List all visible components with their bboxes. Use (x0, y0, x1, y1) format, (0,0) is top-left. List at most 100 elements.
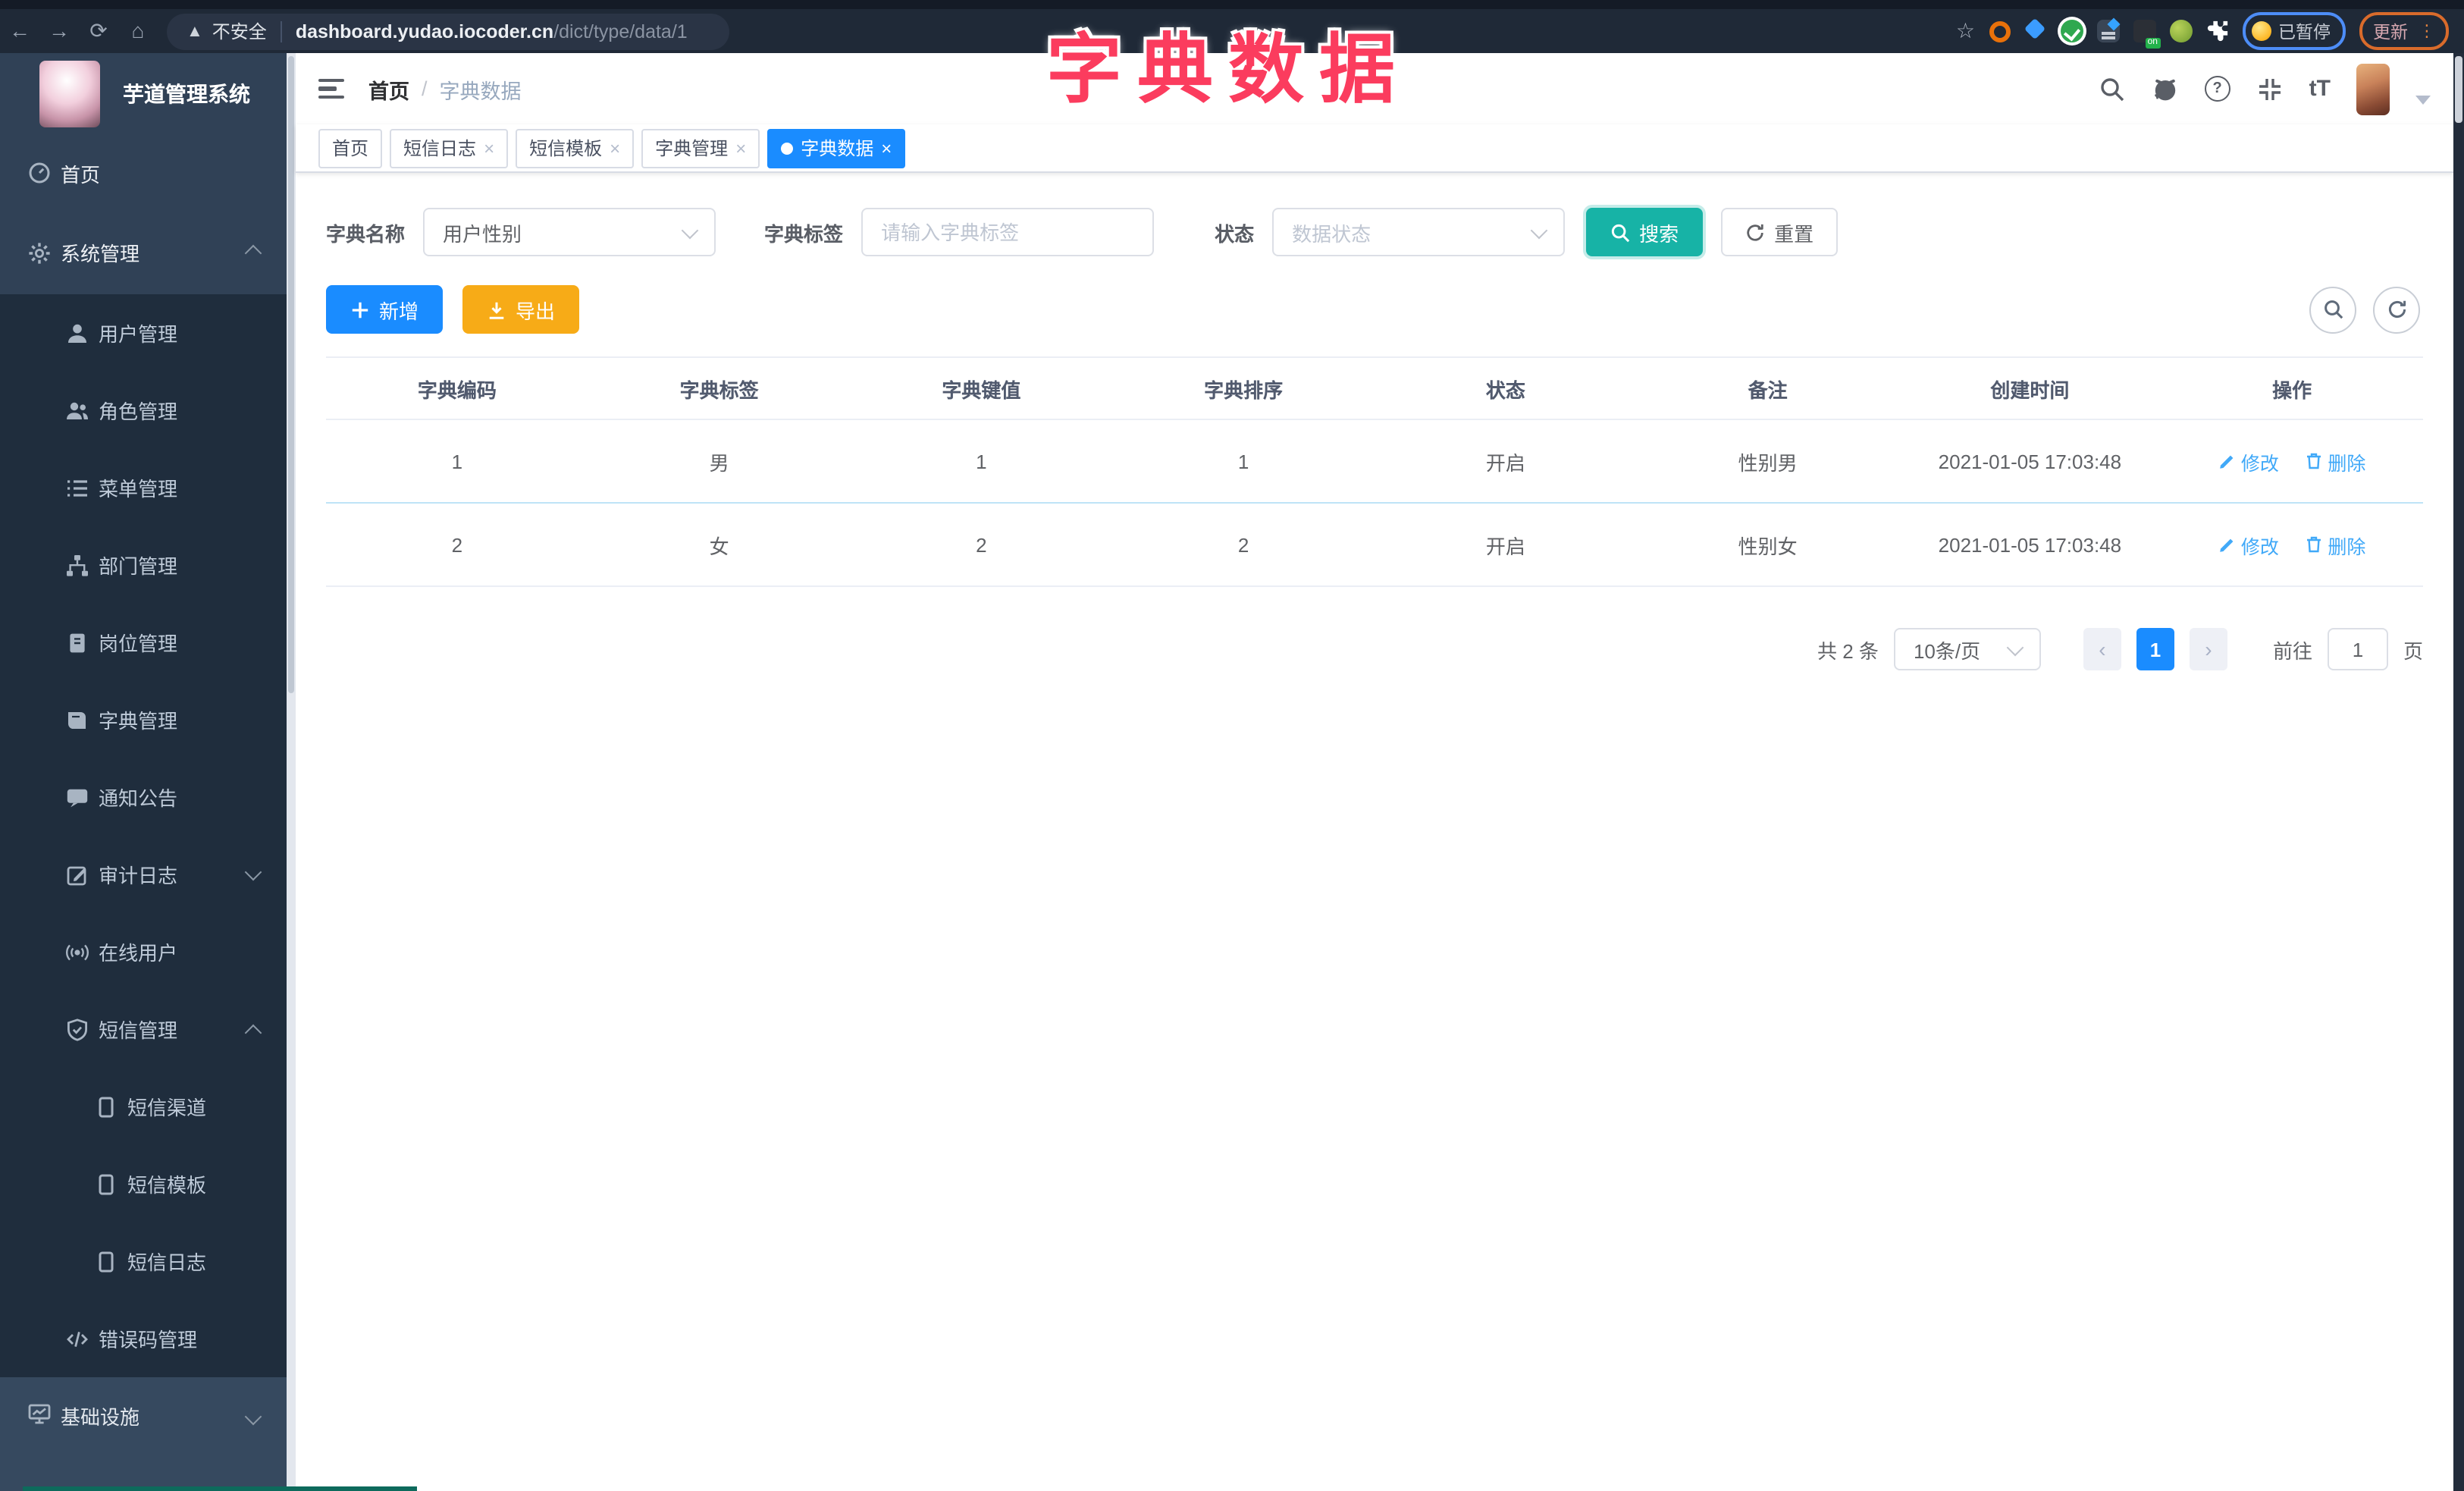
tab-dict-data[interactable]: 字典数据 × (767, 128, 906, 168)
extensions-puzzle-icon[interactable] (2205, 20, 2228, 42)
sidebar-item-dept-mgmt[interactable]: 部门管理 (0, 526, 287, 604)
col-dict-value: 字典键值 (850, 356, 1113, 420)
delete-link[interactable]: 删除 (2305, 447, 2365, 476)
toggle-search-button[interactable] (2309, 286, 2356, 333)
app-logo[interactable]: 芋道管理系统 (0, 53, 287, 135)
search-icon[interactable] (2099, 75, 2126, 102)
page-scrollbar-thumb[interactable] (2455, 56, 2462, 123)
browser-back-icon[interactable]: ← (0, 9, 39, 53)
cell-dict-value: 1 (850, 419, 1113, 504)
chevron-up-icon (244, 244, 262, 262)
goto-page-input[interactable] (2327, 628, 2388, 670)
tab-home[interactable]: 首页 (318, 128, 383, 168)
sidebar-item-sms-mgmt[interactable]: 短信管理 (0, 990, 287, 1068)
col-status: 状态 (1375, 356, 1637, 420)
tab-sms-log[interactable]: 短信日志 × (390, 128, 509, 168)
cell-status: 开启 (1375, 503, 1637, 587)
page-content: 字典名称 用户性别 字典标签 状态 数据状态 (296, 173, 2453, 670)
address-bar[interactable]: ▲ 不安全 dashboard.yudao.iocoder.cn /dict/t… (167, 13, 729, 49)
sidebar-scrollbar[interactable] (287, 53, 296, 1491)
next-page-button[interactable]: › (2189, 628, 2227, 670)
sidebar-item-user-mgmt[interactable]: 用户管理 (0, 294, 287, 372)
sidebar-scrollbar-thumb[interactable] (288, 56, 294, 693)
edit-link[interactable]: 修改 (2218, 530, 2279, 559)
screen: ← → ⟳ ⌂ ▲ 不安全 dashboard.yudao.iocoder.cn… (0, 0, 2464, 1491)
chevron-down-icon (681, 221, 699, 239)
table-tools (2309, 286, 2423, 333)
cell-created: 2021-01-05 17:03:48 (1898, 419, 2161, 504)
hamburger-icon[interactable] (318, 79, 344, 99)
prev-page-button[interactable]: ‹ (2083, 628, 2121, 670)
sidebar-item-notice[interactable]: 通知公告 (0, 758, 287, 836)
main-area: 首页 / 字典数据 tT 首页 (296, 53, 2453, 1491)
dict-label-input[interactable] (861, 208, 1155, 256)
close-icon[interactable]: × (735, 139, 746, 157)
extension-on-badge-icon[interactable] (2133, 20, 2160, 49)
sidebar-item-system-mgmt[interactable]: 系统管理 (0, 211, 287, 294)
fullscreen-icon[interactable] (2256, 75, 2284, 102)
extension-check-icon[interactable] (2060, 20, 2083, 42)
page-1-button[interactable]: 1 (2136, 628, 2174, 670)
table-header-row: 字典编码 字典标签 字典键值 字典排序 状态 备注 创建时间 操作 (326, 356, 2423, 420)
cell-status: 开启 (1375, 419, 1637, 504)
table-row: 2 女 2 2 开启 性别女 2021-01-05 17:03:48 修改 删除 (326, 503, 2423, 587)
sidebar-item-error-code[interactable]: 错误码管理 (0, 1300, 287, 1377)
edit-link[interactable]: 修改 (2218, 447, 2279, 476)
sidebar-item-post-mgmt[interactable]: 岗位管理 (0, 604, 287, 681)
monitor-icon (27, 1402, 52, 1426)
status-select[interactable]: 数据状态 (1272, 208, 1566, 256)
sidebar-item-sms-template[interactable]: 短信模板 (0, 1145, 287, 1223)
sidebar-item-sms-log[interactable]: 短信日志 (0, 1223, 287, 1300)
export-button[interactable]: 导出 (462, 285, 580, 334)
phone-icon (94, 1172, 118, 1196)
sidebar-item-role-mgmt[interactable]: 角色管理 (0, 372, 287, 449)
font-size-icon[interactable]: tT (2309, 76, 2331, 102)
tab-dict-mgmt[interactable]: 字典管理 × (641, 128, 760, 168)
page-scrollbar[interactable] (2453, 53, 2464, 1491)
bookmark-star-icon[interactable]: ☆ (1956, 18, 1975, 44)
user-avatar[interactable] (2356, 63, 2390, 115)
sidebar-item-online-users[interactable]: 在线用户 (0, 913, 287, 990)
page-size-select[interactable]: 10条/页 (1893, 628, 2041, 670)
sidebar-item-sms-channel[interactable]: 短信渠道 (0, 1068, 287, 1145)
browser-home-icon[interactable]: ⌂ (118, 9, 158, 53)
badge-icon (65, 630, 89, 654)
browser-update-button[interactable]: 更新 ⋮ (2359, 12, 2449, 50)
extension-orange-icon[interactable] (1989, 20, 2010, 42)
dict-label-label: 字典标签 (764, 222, 844, 245)
shield-check-icon (65, 1017, 89, 1041)
close-icon[interactable]: × (484, 139, 494, 157)
close-icon[interactable]: × (610, 139, 620, 157)
dict-name-select[interactable]: 用户性别 (423, 208, 716, 256)
tab-sms-template[interactable]: 短信模板 × (516, 128, 635, 168)
refresh-button[interactable] (2373, 286, 2420, 333)
browser-menu-kebab-icon[interactable]: ⋮ (2419, 23, 2435, 39)
chevron-down-icon (244, 1408, 262, 1426)
sidebar-item-dict-mgmt[interactable]: 字典管理 (0, 681, 287, 758)
users-icon (65, 398, 89, 422)
gear-icon (27, 240, 52, 265)
breadcrumb-home[interactable]: 首页 (368, 74, 409, 104)
url-host: dashboard.yudao.iocoder.cn (295, 20, 554, 42)
chevron-down-icon (2006, 638, 2024, 656)
extension-leaf-icon[interactable] (2169, 20, 2192, 42)
browser-reload-icon[interactable]: ⟳ (79, 9, 118, 53)
browser-forward-icon[interactable]: → (39, 9, 79, 53)
add-button[interactable]: 新增 (326, 285, 444, 334)
sidebar-item-home[interactable]: 首页 (0, 135, 287, 211)
col-remark: 备注 (1636, 356, 1899, 420)
github-icon[interactable] (2152, 75, 2179, 102)
close-icon[interactable]: × (881, 139, 892, 157)
delete-link[interactable]: 删除 (2305, 530, 2365, 559)
avatar-caret-icon[interactable] (2415, 95, 2431, 104)
profile-paused-badge[interactable]: 已暂停 (2242, 12, 2346, 50)
help-icon[interactable] (2204, 76, 2230, 102)
extension-gem-icon[interactable] (2024, 20, 2046, 42)
header-actions: tT (2099, 63, 2431, 115)
sidebar-item-menu-mgmt[interactable]: 菜单管理 (0, 449, 287, 526)
sidebar-item-infrastructure[interactable]: 基础设施 (0, 1377, 287, 1491)
reset-button[interactable]: 重置 (1721, 208, 1839, 256)
extension-slider-icon[interactable] (2096, 20, 2119, 42)
sidebar-item-audit-log[interactable]: 审计日志 (0, 836, 287, 913)
search-button[interactable]: 搜索 (1586, 208, 1704, 256)
